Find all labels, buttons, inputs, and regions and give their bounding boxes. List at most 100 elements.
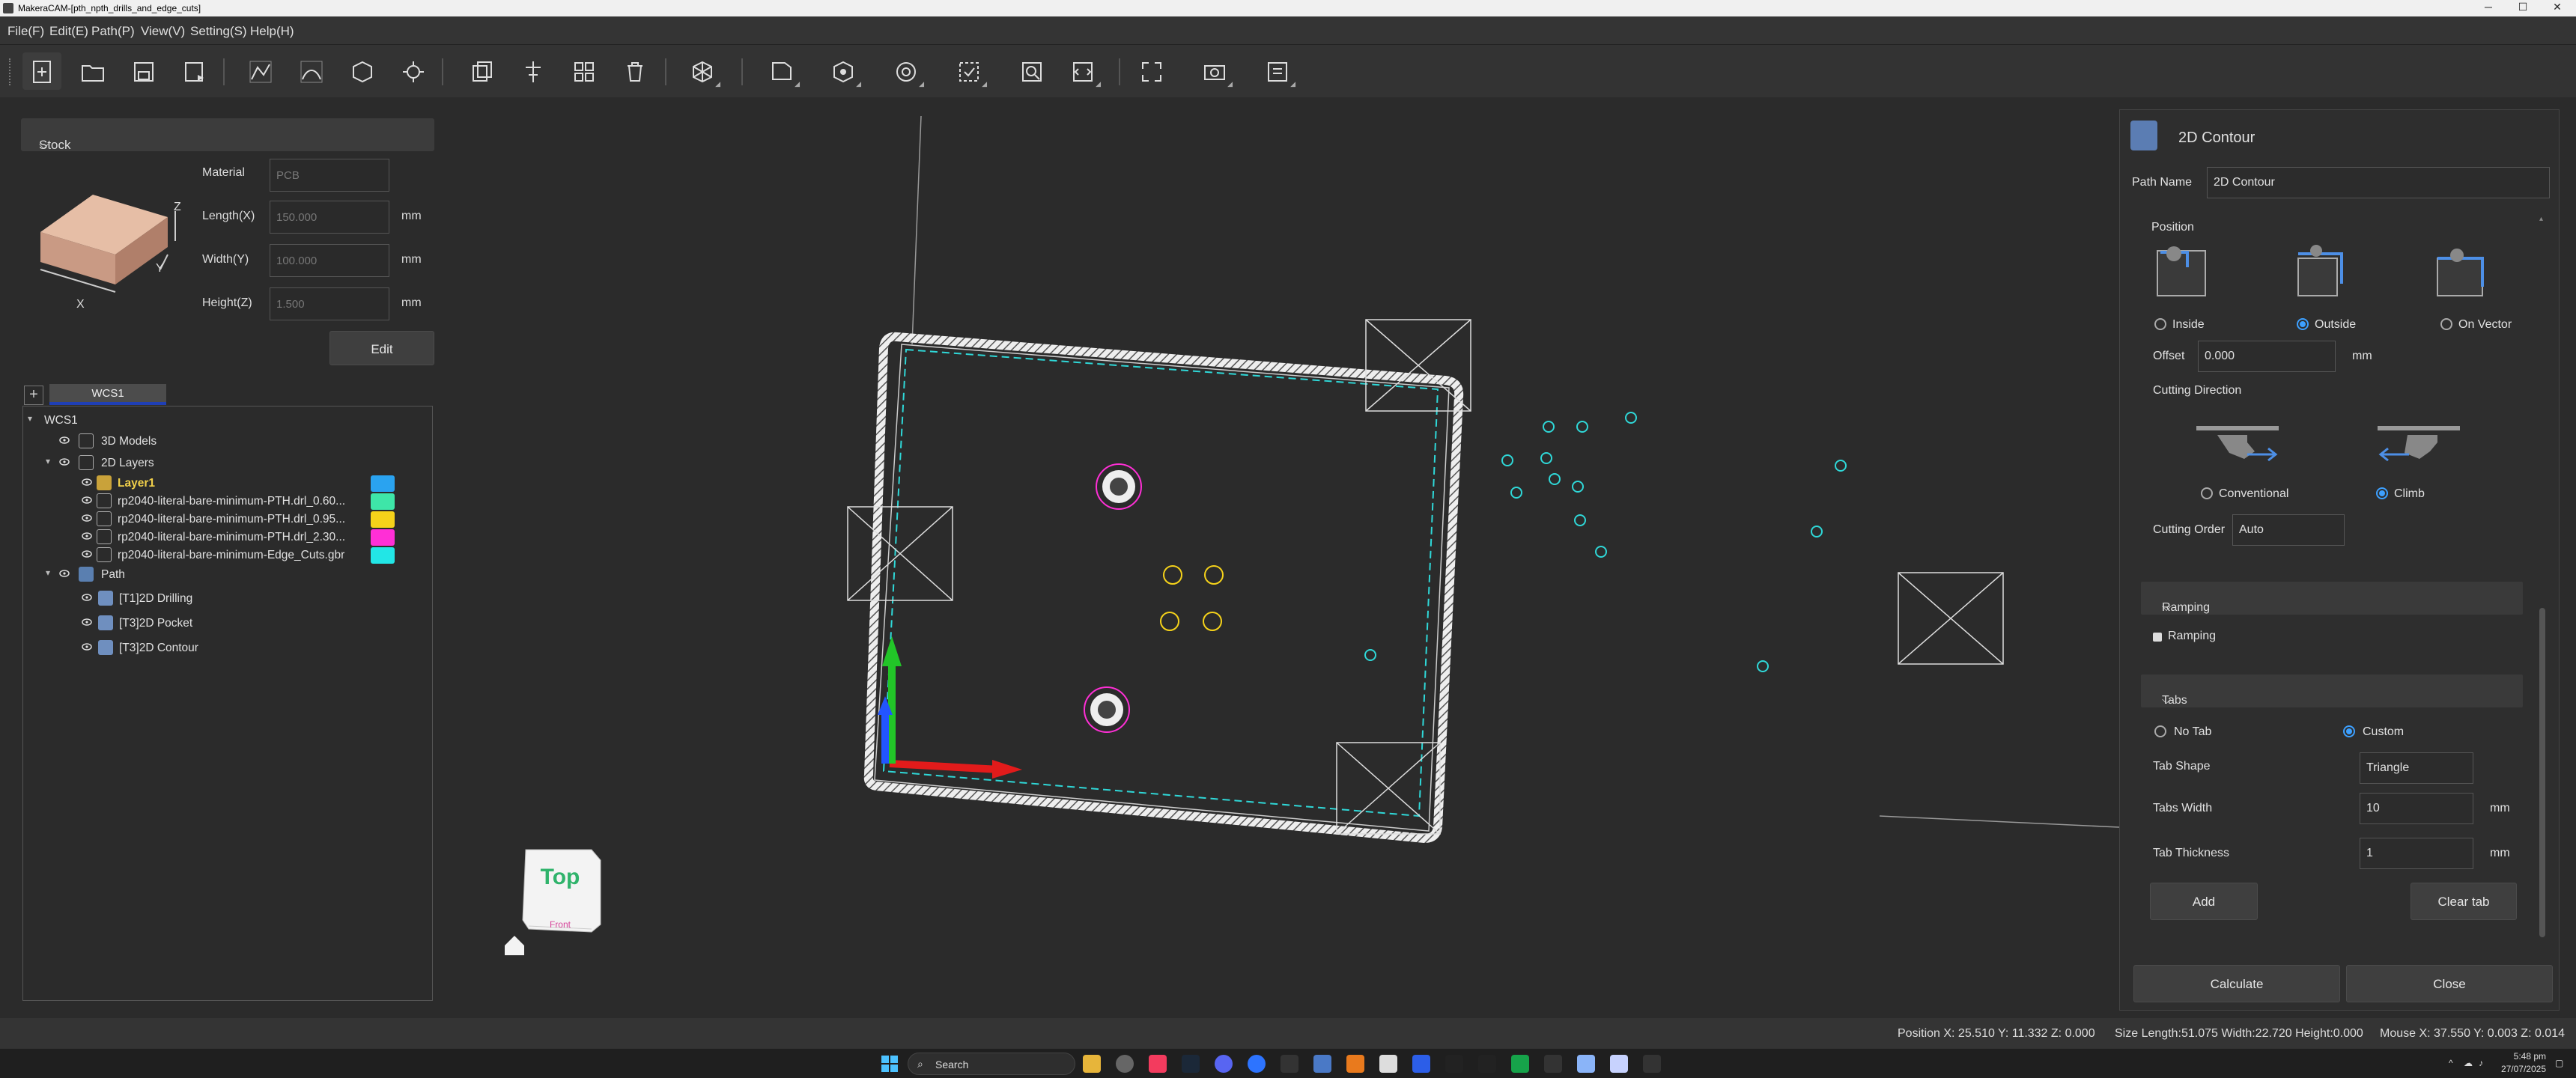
tree-path-item[interactable]: [T1]2D Drilling: [68, 589, 428, 609]
tree-2d-layers[interactable]: ▾ 2D Layers: [46, 454, 420, 473]
app-icon[interactable]: [1577, 1055, 1595, 1073]
climb-radio[interactable]: [2376, 487, 2388, 499]
tree-path-item[interactable]: [T3]2D Contour: [68, 639, 428, 658]
photos-icon[interactable]: [1313, 1055, 1331, 1073]
width-field[interactable]: 100.000: [270, 244, 389, 277]
windows-start-icon[interactable]: [881, 1055, 899, 1073]
makeracam-icon[interactable]: [1379, 1055, 1397, 1073]
camera-button[interactable]: ◢: [1195, 52, 1234, 90]
import-3d-button[interactable]: [292, 52, 331, 90]
clear-tab-button[interactable]: Clear tab: [2411, 883, 2517, 920]
tree-path-item[interactable]: [T3]2D Pocket: [68, 614, 428, 633]
menu-help[interactable]: Help(H): [250, 24, 294, 39]
tabs-section-header[interactable]: ⌵ Tabs: [2141, 674, 2523, 707]
path-name-input[interactable]: 2D Contour: [2207, 167, 2550, 198]
mark-button[interactable]: ◢: [950, 52, 988, 90]
tab-shape-select[interactable]: Triangle: [2360, 752, 2473, 784]
app-icon[interactable]: [1346, 1055, 1364, 1073]
chrome-icon[interactable]: [1116, 1055, 1134, 1073]
toolbar-grip[interactable]: [9, 58, 12, 85]
app-icon[interactable]: [1544, 1055, 1562, 1073]
scene-canvas[interactable]: [442, 97, 2120, 1018]
file-explorer-icon[interactable]: [1083, 1055, 1101, 1073]
cutting-order-select[interactable]: Auto: [2232, 514, 2345, 546]
add-wcs-button[interactable]: +: [24, 386, 43, 405]
climb-direction-icon[interactable]: [2375, 424, 2461, 466]
calculate-button[interactable]: Calculate: [2133, 965, 2340, 1002]
height-field[interactable]: 1.500: [270, 287, 389, 320]
home-view-icon[interactable]: [502, 932, 527, 957]
custom-tab-radio[interactable]: [2343, 725, 2355, 737]
menu-file[interactable]: File(F): [7, 24, 44, 39]
app-icon[interactable]: [1445, 1055, 1463, 1073]
layer-color-swatch[interactable]: [371, 547, 395, 564]
eye-icon[interactable]: [82, 594, 92, 601]
volume-icon[interactable]: ♪: [2479, 1058, 2483, 1068]
steam-icon[interactable]: [1182, 1055, 1200, 1073]
add-tab-button[interactable]: Add: [2150, 883, 2258, 920]
eye-icon[interactable]: [59, 570, 70, 577]
app-icon[interactable]: [1643, 1055, 1661, 1073]
app-icon[interactable]: [1511, 1055, 1529, 1073]
stock-section-header[interactable]: ⌵ Stock: [21, 118, 434, 152]
messenger-icon[interactable]: [1248, 1055, 1266, 1073]
position-outside-radio[interactable]: [2297, 318, 2309, 330]
tray-chevron-icon[interactable]: ^: [2449, 1058, 2453, 1068]
menu-view[interactable]: View(V): [141, 24, 185, 39]
transform-button[interactable]: ◢: [683, 52, 722, 90]
length-field[interactable]: 150.000: [270, 201, 389, 234]
eye-icon[interactable]: [82, 643, 92, 651]
eye-icon[interactable]: [59, 436, 70, 444]
export-button[interactable]: ◢: [1258, 52, 1297, 90]
3d-viewport[interactable]: Top Front: [442, 97, 2120, 1018]
copy-button[interactable]: [463, 52, 502, 90]
tree-3d-models[interactable]: 3D Models: [46, 432, 420, 451]
tabs-width-input[interactable]: 10: [2360, 793, 2473, 824]
notepad-icon[interactable]: [1610, 1055, 1628, 1073]
menu-edit[interactable]: Edit(E): [49, 24, 88, 39]
position-inside-icon[interactable]: [2154, 245, 2208, 299]
taskbar-search-box[interactable]: ⌕ Search: [908, 1053, 1075, 1075]
panel-scrollbar[interactable]: [2539, 608, 2545, 937]
simulate-button[interactable]: [1012, 52, 1051, 90]
network-icon[interactable]: ☁: [2464, 1058, 2473, 1068]
notifications-icon[interactable]: ▢: [2555, 1058, 2563, 1068]
maximize-button[interactable]: ☐: [2506, 1, 2540, 16]
tab-thickness-input[interactable]: 1: [2360, 838, 2473, 869]
eye-icon[interactable]: [82, 550, 92, 558]
import-image-button[interactable]: [394, 52, 433, 90]
offset-input[interactable]: 0.000: [2198, 341, 2336, 372]
menu-setting[interactable]: Setting(S): [190, 24, 247, 39]
import-2d-button[interactable]: [241, 52, 280, 90]
position-inside-radio[interactable]: [2154, 318, 2166, 330]
taskbar-date[interactable]: 27/07/2025: [2494, 1064, 2546, 1074]
save-button[interactable]: [124, 52, 163, 90]
layer-color-swatch[interactable]: [371, 475, 395, 492]
tree-root[interactable]: ▾ WCS1: [28, 411, 417, 430]
stock-edit-button[interactable]: Edit: [329, 331, 434, 365]
position-on-vector-radio[interactable]: [2440, 318, 2452, 330]
view-cube[interactable]: Top Front: [517, 842, 607, 947]
pcb-board[interactable]: [863, 332, 1464, 844]
tab-wcs1[interactable]: WCS1: [49, 384, 166, 405]
tree-path[interactable]: ▾ Path: [46, 565, 420, 585]
array-button[interactable]: [565, 52, 604, 90]
eye-icon[interactable]: [82, 496, 92, 504]
import-model-button[interactable]: [343, 52, 382, 90]
app-icon[interactable]: [1412, 1055, 1430, 1073]
app-icon[interactable]: [1478, 1055, 1496, 1073]
wcs-button[interactable]: ◢: [824, 52, 863, 90]
delete-button[interactable]: [616, 52, 654, 90]
align-button[interactable]: [514, 52, 553, 90]
gcode-button[interactable]: ◢: [1063, 52, 1102, 90]
stock-button[interactable]: ◢: [762, 52, 801, 90]
ramping-section-header[interactable]: ⌵ Ramping: [2141, 582, 2523, 615]
layer-color-swatch[interactable]: [371, 529, 395, 546]
eye-icon[interactable]: [82, 514, 92, 522]
eye-icon[interactable]: [82, 478, 92, 486]
no-tab-radio[interactable]: [2154, 725, 2166, 737]
fit-view-button[interactable]: [1132, 52, 1171, 90]
position-outside-icon[interactable]: [2294, 245, 2348, 299]
close-panel-button[interactable]: Close: [2346, 965, 2553, 1002]
save-as-button[interactable]: [175, 52, 214, 90]
